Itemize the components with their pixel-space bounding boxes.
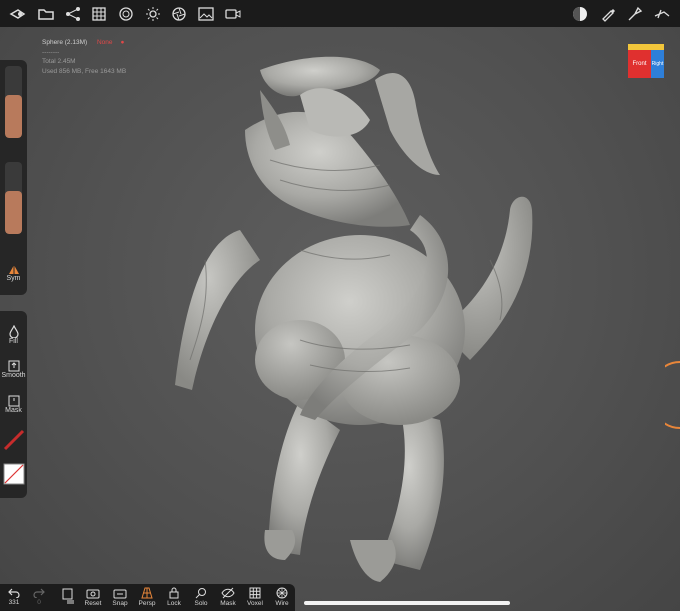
- radius-slider[interactable]: [5, 66, 22, 138]
- image-icon[interactable]: [196, 4, 216, 24]
- wire-label: Wire: [275, 600, 289, 607]
- persp-label: Persp: [138, 600, 156, 607]
- bottom-toolbar: 331 0 Reset Snap Persp Lock Solo Mask Vo…: [0, 584, 295, 611]
- intensity-slider-fill: [5, 190, 22, 234]
- sym-label: Sym: [6, 275, 21, 282]
- intensity-slider[interactable]: [5, 162, 22, 234]
- camera-aperture-icon[interactable]: [169, 4, 189, 24]
- perspective-grid-icon: [141, 587, 153, 599]
- material-sphere-icon[interactable]: [116, 4, 136, 24]
- memory-usage: Used 856 MB, Free 1643 MB: [42, 67, 127, 75]
- solo-label: Solo: [194, 600, 208, 607]
- solo-search-icon: [195, 588, 206, 599]
- home-indicator[interactable]: [304, 601, 510, 605]
- light-sun-icon[interactable]: [143, 4, 163, 24]
- topology-grid-icon[interactable]: [89, 4, 109, 24]
- stats-separator: --------: [42, 48, 60, 56]
- red-slash-icon: [3, 429, 24, 451]
- total-triangles: Total 2.45M: [42, 58, 76, 65]
- mask-box-icon: [8, 395, 19, 407]
- stroke-color-button[interactable]: [0, 429, 27, 451]
- gizmo-front-face[interactable]: Front: [628, 50, 651, 78]
- drop-icon: [8, 325, 19, 338]
- fill-button[interactable]: Fill: [0, 325, 27, 345]
- scene-graph-icon[interactable]: [63, 4, 83, 24]
- smooth-box-icon: [8, 360, 19, 372]
- lock-icon: [169, 587, 179, 599]
- voxel-button[interactable]: Voxel: [242, 587, 268, 607]
- mask-label: Mask: [5, 407, 22, 414]
- camera-snap-icon: [113, 589, 127, 599]
- folder-icon[interactable]: [36, 4, 56, 24]
- mesh-status: None: [96, 39, 113, 46]
- mask-button[interactable]: Mask: [0, 395, 27, 414]
- history-layers-button[interactable]: [55, 587, 81, 606]
- paint-color-swatch[interactable]: [0, 463, 27, 485]
- undo-button[interactable]: 331: [1, 587, 27, 606]
- solo-button[interactable]: Solo: [188, 587, 214, 607]
- matcap-shading-icon[interactable]: [570, 4, 590, 24]
- left-tools-panel: Fill Smooth Mask: [0, 311, 27, 498]
- lock-label: Lock: [167, 600, 181, 607]
- stroke-settings-icon[interactable]: [652, 4, 672, 24]
- reset-label: Reset: [84, 600, 102, 607]
- mask-visibility-label: Mask: [220, 600, 236, 607]
- wire-button[interactable]: Wire: [269, 587, 295, 607]
- video-record-icon[interactable]: [223, 4, 243, 24]
- snap-button[interactable]: Snap: [107, 587, 133, 607]
- brush-icon[interactable]: [598, 4, 618, 24]
- redo-button[interactable]: 0: [26, 587, 52, 606]
- lock-button[interactable]: Lock: [161, 587, 187, 607]
- left-brush-panel: Sym: [0, 60, 27, 295]
- view-cube-gizmo[interactable]: Front Right: [628, 44, 664, 78]
- persp-button[interactable]: Persp: [134, 587, 160, 607]
- redo-count: 0: [37, 599, 41, 606]
- side-arc-indicator[interactable]: [665, 360, 680, 430]
- top-toolbar: [0, 0, 680, 27]
- undo-arrow-icon: [8, 588, 20, 598]
- status-dot-icon: ●: [120, 39, 125, 46]
- voxel-grid-icon: [249, 587, 261, 599]
- gizmo-right-face[interactable]: Right: [651, 50, 664, 78]
- fill-label: Fill: [9, 338, 18, 345]
- redo-arrow-icon: [33, 588, 45, 598]
- snap-label: Snap: [112, 600, 128, 607]
- eye-slash-icon: [221, 587, 235, 599]
- document-stack-icon: [62, 588, 74, 604]
- reset-button[interactable]: Reset: [80, 587, 106, 607]
- camera-reset-icon: [86, 589, 100, 599]
- scene-stats: Sphere (2.13M) None ● -------- Total 2.45…: [42, 38, 132, 76]
- empty-swatch-icon: [3, 463, 24, 485]
- paint-tool-icon[interactable]: [625, 4, 645, 24]
- symmetry-icon: [8, 265, 19, 274]
- voxel-label: Voxel: [247, 600, 263, 607]
- radius-slider-fill: [5, 94, 22, 138]
- smooth-label: Smooth: [1, 372, 26, 379]
- tools-settings-icon[interactable]: [8, 4, 28, 24]
- smooth-button[interactable]: Smooth: [0, 360, 27, 379]
- sculpt-model[interactable]: [0, 0, 680, 611]
- sym-button[interactable]: Sym: [0, 264, 27, 282]
- undo-count: 331: [8, 599, 20, 606]
- mesh-name[interactable]: Sphere (2.13M): [42, 39, 87, 46]
- wireframe-sphere-icon: [276, 587, 288, 599]
- 3d-viewport[interactable]: [0, 0, 680, 611]
- mask-visibility-button[interactable]: Mask: [215, 587, 241, 607]
